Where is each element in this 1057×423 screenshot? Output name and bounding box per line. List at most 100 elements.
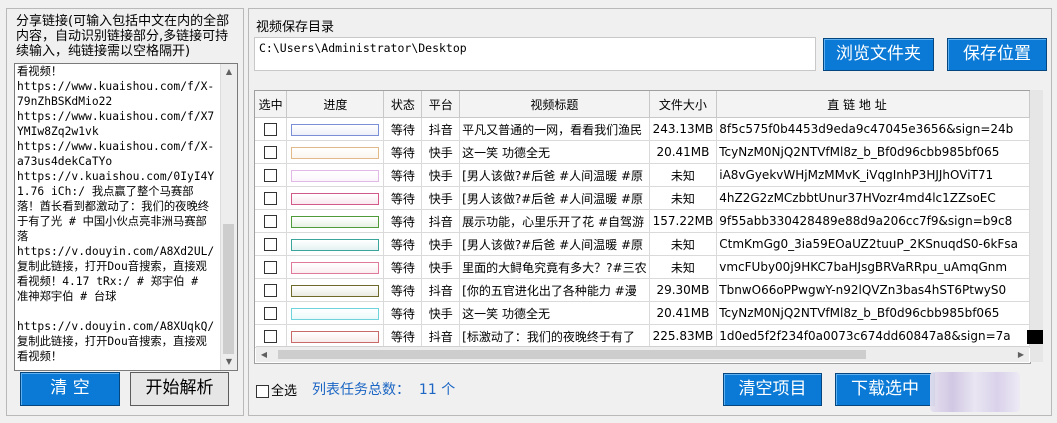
progress-bar (291, 330, 380, 343)
progress-bar (291, 215, 380, 228)
table-row[interactable]: 等待 快手 这一笑 功德全无 20.41MB TcyNzM0NjQ2NTVfMl8z_b… (255, 301, 1030, 325)
progress-cell (286, 324, 385, 348)
col-header-status[interactable]: 状态 (383, 91, 423, 118)
row-checkbox-cell[interactable] (255, 163, 288, 187)
row-checkbox-cell[interactable] (255, 324, 288, 348)
checkbox-icon[interactable] (264, 169, 278, 182)
select-all-checkbox[interactable]: 全选 (256, 380, 297, 399)
share-link-label: 分享链接(可输入包括中文在内的全部内容，自动识别链接部分,多链接可持续输入，纯链… (16, 14, 230, 59)
blurred-region (930, 372, 1020, 412)
size-cell: 未知 (649, 232, 718, 256)
row-checkbox-cell[interactable] (255, 278, 288, 302)
col-header-selected[interactable]: 选中 (255, 91, 288, 118)
checkbox-icon[interactable] (256, 385, 269, 398)
status-cell: 等待 (383, 117, 423, 141)
platform-cell: 快手 (421, 163, 461, 187)
checkbox-icon[interactable] (264, 284, 278, 297)
task-count-unit: 个 (441, 382, 456, 398)
title-cell: [标激动了：我们的夜晚终于有了 (459, 324, 650, 348)
checkbox-icon[interactable] (264, 261, 278, 274)
share-vertical-scrollbar[interactable]: ▲ ▼ (220, 64, 237, 370)
save-dir-input[interactable]: C:\Users\Administrator\Desktop (254, 37, 816, 71)
table-row[interactable]: 等待 抖音 平凡又普通的一网，看看我们渔民 243.13MB 8f5c575f0b445… (255, 117, 1030, 141)
clear-button[interactable]: 清 空 (20, 372, 120, 406)
table-row[interactable]: 等待 抖音 展示功能，心里乐开了花 #自驾游 157.22MB 9f55abb33042… (255, 209, 1030, 233)
row-checkbox-cell[interactable] (255, 140, 288, 164)
select-all-label: 全选 (271, 384, 298, 399)
platform-cell: 快手 (421, 140, 461, 164)
row-checkbox-cell[interactable] (255, 301, 288, 325)
progress-bar (291, 146, 380, 159)
table-row[interactable]: 等待 抖音 [标激动了：我们的夜晚终于有了 225.83MB 1d0ed5f2f234f… (255, 324, 1030, 348)
size-cell: 20.41MB (649, 140, 718, 164)
col-header-platform[interactable]: 平台 (421, 91, 461, 118)
col-header-progress[interactable]: 进度 (286, 91, 385, 118)
progress-cell (286, 301, 385, 325)
platform-cell: 快手 (421, 301, 461, 325)
table-horizontal-scrollbar[interactable]: ◀ ▶ (256, 346, 1029, 362)
table-row[interactable]: 等待 抖音 [你的五官进化出了各种能力 #漫 29.30MB TbnwO66oPPwgw… (255, 278, 1030, 302)
table-row[interactable]: 等待 快手 这一笑 功德全无 20.41MB TcyNzM0NjQ2NTVfMl8z_b… (255, 140, 1030, 164)
url-cell: vmcFUby00j9HKC7baHJsgBRVaRRpu_uAmqGnm (716, 255, 1030, 279)
url-cell: TcyNzM0NjQ2NTVfMl8z_b_Bf0d96cbb985bf065 (716, 301, 1030, 325)
status-cell: 等待 (383, 186, 423, 210)
platform-cell: 快手 (421, 186, 461, 210)
row-checkbox-cell[interactable] (255, 186, 288, 210)
progress-bar (291, 192, 380, 205)
title-cell: [你的五官进化出了各种能力 #漫 (459, 278, 650, 302)
checkbox-icon[interactable] (264, 215, 278, 228)
share-link-text[interactable]: 看视频！ https://www.kuaishou.com/f/X-79nZhB… (17, 64, 215, 364)
checkbox-icon[interactable] (264, 307, 278, 320)
task-count-label: 列表任务总数： (312, 382, 410, 398)
status-cell: 等待 (383, 232, 423, 256)
title-cell: [男人该做?#后爸 #人间温暖 #原 (459, 163, 650, 187)
platform-cell: 快手 (421, 232, 461, 256)
scroll-down-icon[interactable]: ▼ (221, 354, 237, 370)
table-row[interactable]: 等待 快手 [男人该做?#后爸 #人间温暖 #原 未知 CtmKmGg0_3ia59EO… (255, 232, 1030, 256)
progress-cell (286, 140, 385, 164)
url-cell: 4hZ2G2zMCzbbtUnur37HVozr4md4lc1ZZsoEC (716, 186, 1030, 210)
url-cell: iA8vGyekvWHjMzMMvK_iVqgInhP3HJJhOViT71 (716, 163, 1030, 187)
url-cell: TcyNzM0NjQ2NTVfMl8z_b_Bf0d96cbb985bf065 (716, 140, 1030, 164)
table-vertical-scrollbar[interactable] (1030, 90, 1043, 362)
platform-cell: 抖音 (421, 117, 461, 141)
scroll-right-icon[interactable]: ▶ (1013, 347, 1029, 362)
col-header-title[interactable]: 视频标题 (459, 91, 650, 118)
status-cell: 等待 (383, 324, 423, 348)
clear-items-button[interactable]: 清空项目 (723, 373, 822, 406)
checkbox-icon[interactable] (264, 192, 278, 205)
scroll-thumb[interactable] (223, 224, 234, 354)
scroll-left-icon[interactable]: ◀ (256, 347, 272, 362)
scroll-up-icon[interactable]: ▲ (221, 64, 237, 80)
size-cell: 未知 (649, 163, 718, 187)
row-checkbox-cell[interactable] (255, 209, 288, 233)
table-row[interactable]: 等待 快手 [男人该做?#后爸 #人间温暖 #原 未知 iA8vGyekvWHjMzMM… (255, 163, 1030, 187)
url-cell: 8f5c575f0b4453d9eda9c47045e3656&sign=24b (716, 117, 1030, 141)
url-cell: 1d0ed5f2f234f0a0073c674dd60847a8&sign=7a (716, 324, 1030, 348)
browse-folder-button[interactable]: 浏览文件夹 (823, 38, 934, 71)
row-checkbox-cell[interactable] (255, 255, 288, 279)
save-location-button[interactable]: 保存位置 (947, 38, 1047, 71)
size-cell: 29.30MB (649, 278, 718, 302)
row-checkbox-cell[interactable] (255, 117, 288, 141)
platform-cell: 快手 (421, 255, 461, 279)
start-parse-button[interactable]: 开始解析 (130, 372, 229, 406)
row-checkbox-cell[interactable] (255, 232, 288, 256)
col-header-size[interactable]: 文件大小 (649, 91, 718, 118)
checkbox-icon[interactable] (264, 330, 278, 343)
checkbox-icon[interactable] (264, 146, 278, 159)
col-header-url[interactable]: 直 链 地 址 (716, 91, 1030, 118)
table-row[interactable]: 等待 快手 里面的大鲟龟究竟有多大？?#三农 未知 vmcFUby00j9HKC7baH… (255, 255, 1030, 279)
checkbox-icon[interactable] (264, 238, 278, 251)
url-cell: CtmKmGg0_3ia59EOaUZ2tuuP_2KSnuqdS0-6kFsa (716, 232, 1030, 256)
title-cell: 这一笑 功德全无 (459, 140, 650, 164)
hscroll-thumb[interactable] (278, 350, 866, 359)
progress-cell (286, 232, 385, 256)
title-cell: [男人该做?#后爸 #人间温暖 #原 (459, 232, 650, 256)
url-cell: 9f55abb330428489e88d9a206cc7f9&sign=b9c8 (716, 209, 1030, 233)
task-list-table[interactable]: 选中 进度 状态 平台 视频标题 文件大小 直 链 地 址 等待 抖音 平凡又普通的… (254, 90, 1031, 364)
download-selected-button[interactable]: 下载选中 (835, 373, 935, 406)
checkbox-icon[interactable] (264, 123, 278, 136)
share-link-textarea[interactable]: 看视频！ https://www.kuaishou.com/f/X-79nZhB… (14, 63, 238, 371)
table-row[interactable]: 等待 快手 [男人该做?#后爸 #人间温暖 #原 未知 4hZ2G2zMCzbbtUnu… (255, 186, 1030, 210)
